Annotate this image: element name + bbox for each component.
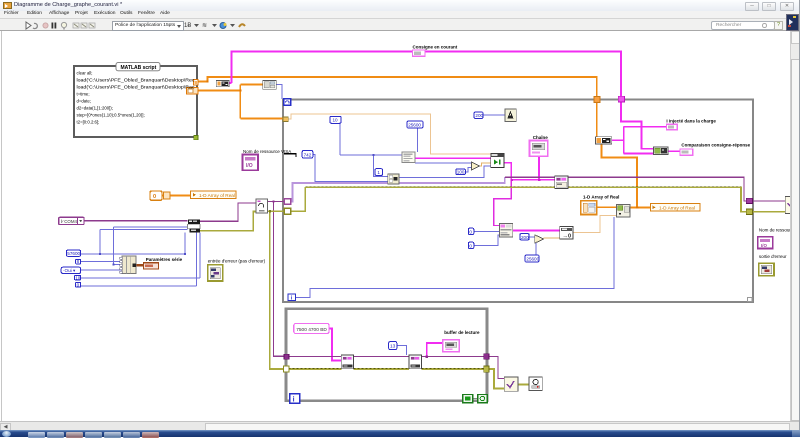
svg-text:57600: 57600 (67, 251, 80, 256)
svg-text:25600: 25600 (408, 123, 421, 128)
svg-text:Comparaison consigne-réponse: Comparaison consigne-réponse (681, 143, 750, 148)
svg-text:load('C:\Users\PFE_Obled_Branq: load('C:\Users\PFE_Obled_Branquart\Deskt… (77, 78, 196, 83)
svg-text:·Oui ▾: ·Oui ▾ (63, 268, 76, 273)
svg-text:buffer de lecture: buffer de lecture (444, 330, 480, 335)
svg-text:1Ƀ: 1Ƀ (184, 23, 191, 29)
svg-text:Ⅰ⁄ COM4: Ⅰ⁄ COM4 (61, 219, 77, 224)
svg-text:Nom de ressour: Nom de ressour (759, 227, 790, 232)
svg-text:MATLAB script: MATLAB script (121, 65, 157, 71)
svg-text:I/O: I/O (761, 243, 767, 248)
svg-text:0: 0 (77, 283, 80, 288)
svg-text:200: 200 (475, 113, 483, 118)
svg-text:7500 4700 BD: 7500 4700 BD (296, 327, 327, 333)
svg-text:clear all;: clear all; (77, 71, 93, 76)
svg-text:entrée d'erreur (pas d'erreur): entrée d'erreur (pas d'erreur) (208, 259, 266, 264)
svg-text:1-D Array of Real: 1-D Array of Real (659, 205, 695, 210)
svg-text:0: 0 (469, 244, 472, 249)
svg-text:200: 200 (521, 235, 529, 240)
svg-text:0: 0 (153, 194, 156, 200)
svg-text:step=[0*ones(1,10);0.5*ones(1,: step=[0*ones(1,10);0.5*ones(1,20)]; (77, 113, 145, 118)
svg-text:Paramètres série: Paramètres série (146, 257, 183, 262)
svg-text:742: 742 (304, 152, 312, 157)
svg-text:Consigne en courant: Consigne en courant (413, 45, 458, 50)
svg-text:t=time;: t=time; (77, 92, 90, 97)
svg-text:1: 1 (377, 170, 380, 175)
svg-text:I injecté dans la charge: I injecté dans la charge (666, 119, 716, 124)
svg-text:I/O: I/O (246, 163, 253, 169)
svg-text:10: 10 (75, 276, 81, 281)
svg-text:25600: 25600 (526, 256, 539, 261)
svg-text:Chaîne: Chaîne (533, 135, 549, 140)
svg-text:13: 13 (390, 343, 396, 349)
svg-text:1-D Array of Real: 1-D Array of Real (199, 193, 235, 198)
svg-text:100: 100 (457, 170, 465, 175)
svg-text:10: 10 (333, 118, 339, 123)
svg-text:sortie d'erreur: sortie d'erreur (759, 254, 787, 259)
svg-text:→0: →0 (563, 234, 572, 240)
svg-text:d=date;: d=date; (77, 99, 91, 104)
svg-text:d2=data(1,[1:200]);: d2=data(1,[1:200]); (77, 106, 113, 111)
svg-text:t2=[0:0.2:6];: t2=[0:0.2:6]; (77, 120, 100, 125)
svg-text:0: 0 (469, 229, 472, 234)
svg-text:8: 8 (77, 259, 80, 264)
svg-text:i: i (293, 396, 295, 403)
svg-text:≋: ≋ (202, 23, 207, 29)
svg-text:load('C:\Users\PFE_Obled_Branq: load('C:\Users\PFE_Obled_Branquart\Deskt… (77, 85, 196, 90)
svg-text:1-D Array of Real: 1-D Array of Real (583, 194, 619, 199)
